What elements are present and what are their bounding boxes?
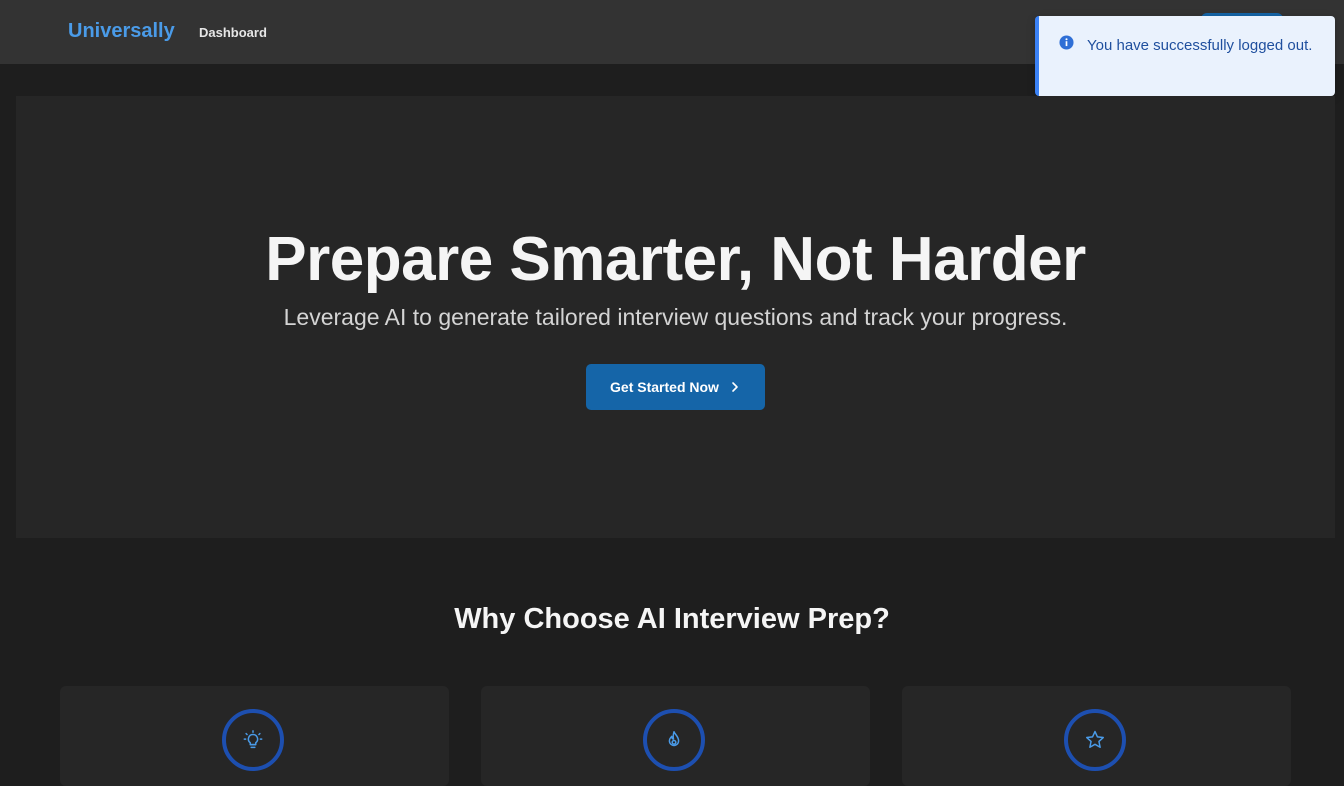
features-title: Why Choose AI Interview Prep? (454, 603, 890, 635)
hero-section: Prepare Smarter, Not Harder Leverage AI … (16, 96, 1335, 538)
get-started-label: Get Started Now (610, 379, 719, 395)
hero-subtitle: Leverage AI to generate tailored intervi… (283, 304, 1068, 330)
feature-card (481, 686, 870, 786)
star-icon (1064, 709, 1126, 771)
lightbulb-icon (222, 709, 284, 771)
logout-toast: You have successfully logged out. (1035, 16, 1335, 96)
brand-logo-link[interactable]: Universally (68, 20, 175, 43)
toast-message: You have successfully logged out. (1087, 37, 1313, 54)
get-started-button[interactable]: Get Started Now (586, 364, 765, 410)
hero-title: Prepare Smarter, Not Harder (265, 225, 1086, 294)
chevron-right-icon (732, 382, 738, 392)
nav-link-dashboard[interactable]: Dashboard (199, 25, 267, 40)
feature-card (60, 686, 449, 786)
info-icon (1059, 35, 1074, 50)
feature-card (902, 686, 1291, 786)
flame-icon (643, 709, 705, 771)
